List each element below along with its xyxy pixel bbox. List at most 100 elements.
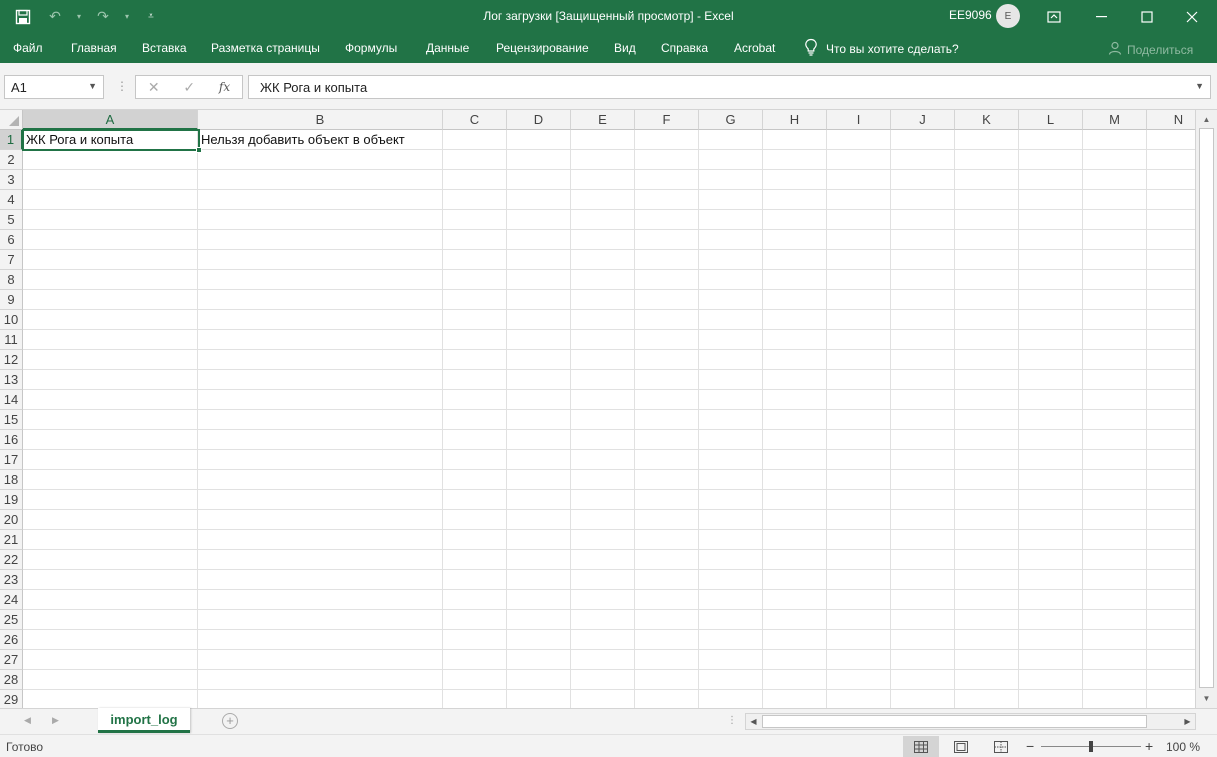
scroll-up-icon[interactable]: ▲ [1199, 112, 1214, 127]
row-header-8[interactable]: 8 [0, 270, 23, 290]
tab-help[interactable]: Справка [661, 41, 708, 55]
tab-page-layout[interactable]: Разметка страницы [211, 41, 320, 55]
avatar[interactable]: E [996, 4, 1020, 28]
row-header-11[interactable]: 11 [0, 330, 23, 350]
row-header-3[interactable]: 3 [0, 170, 23, 190]
column-header-m[interactable]: M [1083, 110, 1147, 130]
tab-file[interactable]: Файл [13, 41, 43, 55]
name-box[interactable]: A1 ▼ [4, 75, 104, 99]
row-header-7[interactable]: 7 [0, 250, 23, 270]
horizontal-scroll-thumb[interactable] [762, 715, 1147, 728]
row-header-18[interactable]: 18 [0, 470, 23, 490]
column-header-l[interactable]: L [1019, 110, 1083, 130]
ribbon-display-options-icon[interactable] [1031, 0, 1077, 33]
fill-handle[interactable] [196, 147, 202, 153]
redo-icon[interactable]: ↷ [90, 4, 116, 30]
undo-dropdown-icon[interactable]: ▾ [74, 4, 84, 30]
zoom-slider-thumb[interactable] [1089, 741, 1093, 752]
formula-input[interactable]: ЖК Рога и копыта ▼ [248, 75, 1211, 99]
vertical-scrollbar[interactable]: ▲ ▼ [1195, 110, 1217, 708]
column-header-h[interactable]: H [763, 110, 827, 130]
row-header-24[interactable]: 24 [0, 590, 23, 610]
normal-view-icon[interactable] [903, 736, 939, 757]
next-sheet-icon[interactable]: ▶ [52, 715, 59, 726]
grid-row-line [23, 469, 1195, 470]
prev-sheet-icon[interactable]: ◀ [24, 715, 31, 726]
chevron-down-icon[interactable]: ▼ [88, 81, 97, 91]
row-header-2[interactable]: 2 [0, 150, 23, 170]
tab-home[interactable]: Главная [71, 41, 117, 55]
row-header-5[interactable]: 5 [0, 210, 23, 230]
cancel-icon[interactable]: ✕ [148, 79, 160, 96]
row-header-26[interactable]: 26 [0, 630, 23, 650]
tab-insert[interactable]: Вставка [142, 41, 187, 55]
row-header-28[interactable]: 28 [0, 670, 23, 690]
tell-me-box[interactable]: Что вы хотите сделать? [804, 38, 959, 59]
column-header-c[interactable]: C [443, 110, 507, 130]
column-header-a[interactable]: A [23, 110, 198, 130]
row-header-29[interactable]: 29 [0, 690, 23, 708]
scroll-down-icon[interactable]: ▼ [1199, 691, 1214, 706]
column-header-g[interactable]: G [699, 110, 763, 130]
column-header-d[interactable]: D [507, 110, 571, 130]
scroll-right-icon[interactable]: ▶ [1180, 714, 1195, 729]
cell-b1[interactable]: Нельзя добавить объект в объект [198, 130, 405, 150]
row-header-17[interactable]: 17 [0, 450, 23, 470]
column-header-e[interactable]: E [571, 110, 635, 130]
row-header-21[interactable]: 21 [0, 530, 23, 550]
user-name[interactable]: EE9096 [949, 8, 992, 22]
add-sheet-icon[interactable]: + [222, 713, 238, 729]
minimize-icon[interactable] [1079, 0, 1125, 33]
tab-review[interactable]: Рецензирование [496, 41, 589, 55]
share-button[interactable]: Поделиться [1108, 41, 1193, 58]
horizontal-scrollbar[interactable]: ◀ ▶ [745, 713, 1196, 730]
row-header-12[interactable]: 12 [0, 350, 23, 370]
insert-function-icon[interactable]: fx [219, 80, 230, 94]
zoom-level[interactable]: 100 % [1166, 740, 1200, 754]
tab-data[interactable]: Данные [426, 41, 469, 55]
column-header-k[interactable]: K [955, 110, 1019, 130]
splitter-handle-icon[interactable]: ⋮ [116, 79, 128, 93]
customize-qat-icon[interactable]: ⩡ [138, 4, 164, 30]
row-header-6[interactable]: 6 [0, 230, 23, 250]
zoom-out-icon[interactable]: − [1026, 738, 1034, 754]
tab-splitter-icon[interactable]: ⋮ [727, 715, 737, 726]
column-header-f[interactable]: F [635, 110, 699, 130]
row-header-27[interactable]: 27 [0, 650, 23, 670]
row-header-23[interactable]: 23 [0, 570, 23, 590]
row-header-13[interactable]: 13 [0, 370, 23, 390]
row-header-9[interactable]: 9 [0, 290, 23, 310]
spreadsheet-grid[interactable]: ABCDEFGHIJKLMN 1 2 3 4 5 6 7 8 9 10 11 12 13 14 15 16 17… [0, 110, 1195, 708]
sheet-tab-import-log[interactable]: import_log [98, 708, 190, 733]
page-layout-view-icon[interactable] [943, 736, 979, 757]
column-header-j[interactable]: J [891, 110, 955, 130]
row-header-14[interactable]: 14 [0, 390, 23, 410]
column-header-i[interactable]: I [827, 110, 891, 130]
maximize-icon[interactable] [1124, 0, 1170, 33]
zoom-in-icon[interactable]: + [1145, 738, 1153, 754]
tab-acrobat[interactable]: Acrobat [734, 41, 775, 55]
page-break-view-icon[interactable] [983, 736, 1019, 757]
undo-icon[interactable]: ↶ [42, 4, 68, 30]
vertical-scroll-thumb[interactable] [1199, 128, 1214, 688]
row-header-15[interactable]: 15 [0, 410, 23, 430]
scroll-left-icon[interactable]: ◀ [746, 714, 761, 729]
row-header-22[interactable]: 22 [0, 550, 23, 570]
enter-icon[interactable]: ✓ [183, 79, 195, 96]
row-header-19[interactable]: 19 [0, 490, 23, 510]
row-header-25[interactable]: 25 [0, 610, 23, 630]
row-header-16[interactable]: 16 [0, 430, 23, 450]
expand-formula-bar-icon[interactable]: ▼ [1195, 81, 1204, 91]
redo-dropdown-icon[interactable]: ▾ [122, 4, 132, 30]
column-header-n[interactable]: N [1147, 110, 1195, 130]
row-header-10[interactable]: 10 [0, 310, 23, 330]
close-icon[interactable] [1169, 0, 1215, 33]
row-header-1[interactable]: 1 [0, 130, 23, 150]
row-header-20[interactable]: 20 [0, 510, 23, 530]
save-icon[interactable] [10, 4, 36, 30]
tab-formulas[interactable]: Формулы [345, 41, 397, 55]
row-header-4[interactable]: 4 [0, 190, 23, 210]
tab-view[interactable]: Вид [614, 41, 636, 55]
select-all-button[interactable] [0, 110, 23, 130]
column-header-b[interactable]: B [198, 110, 443, 130]
